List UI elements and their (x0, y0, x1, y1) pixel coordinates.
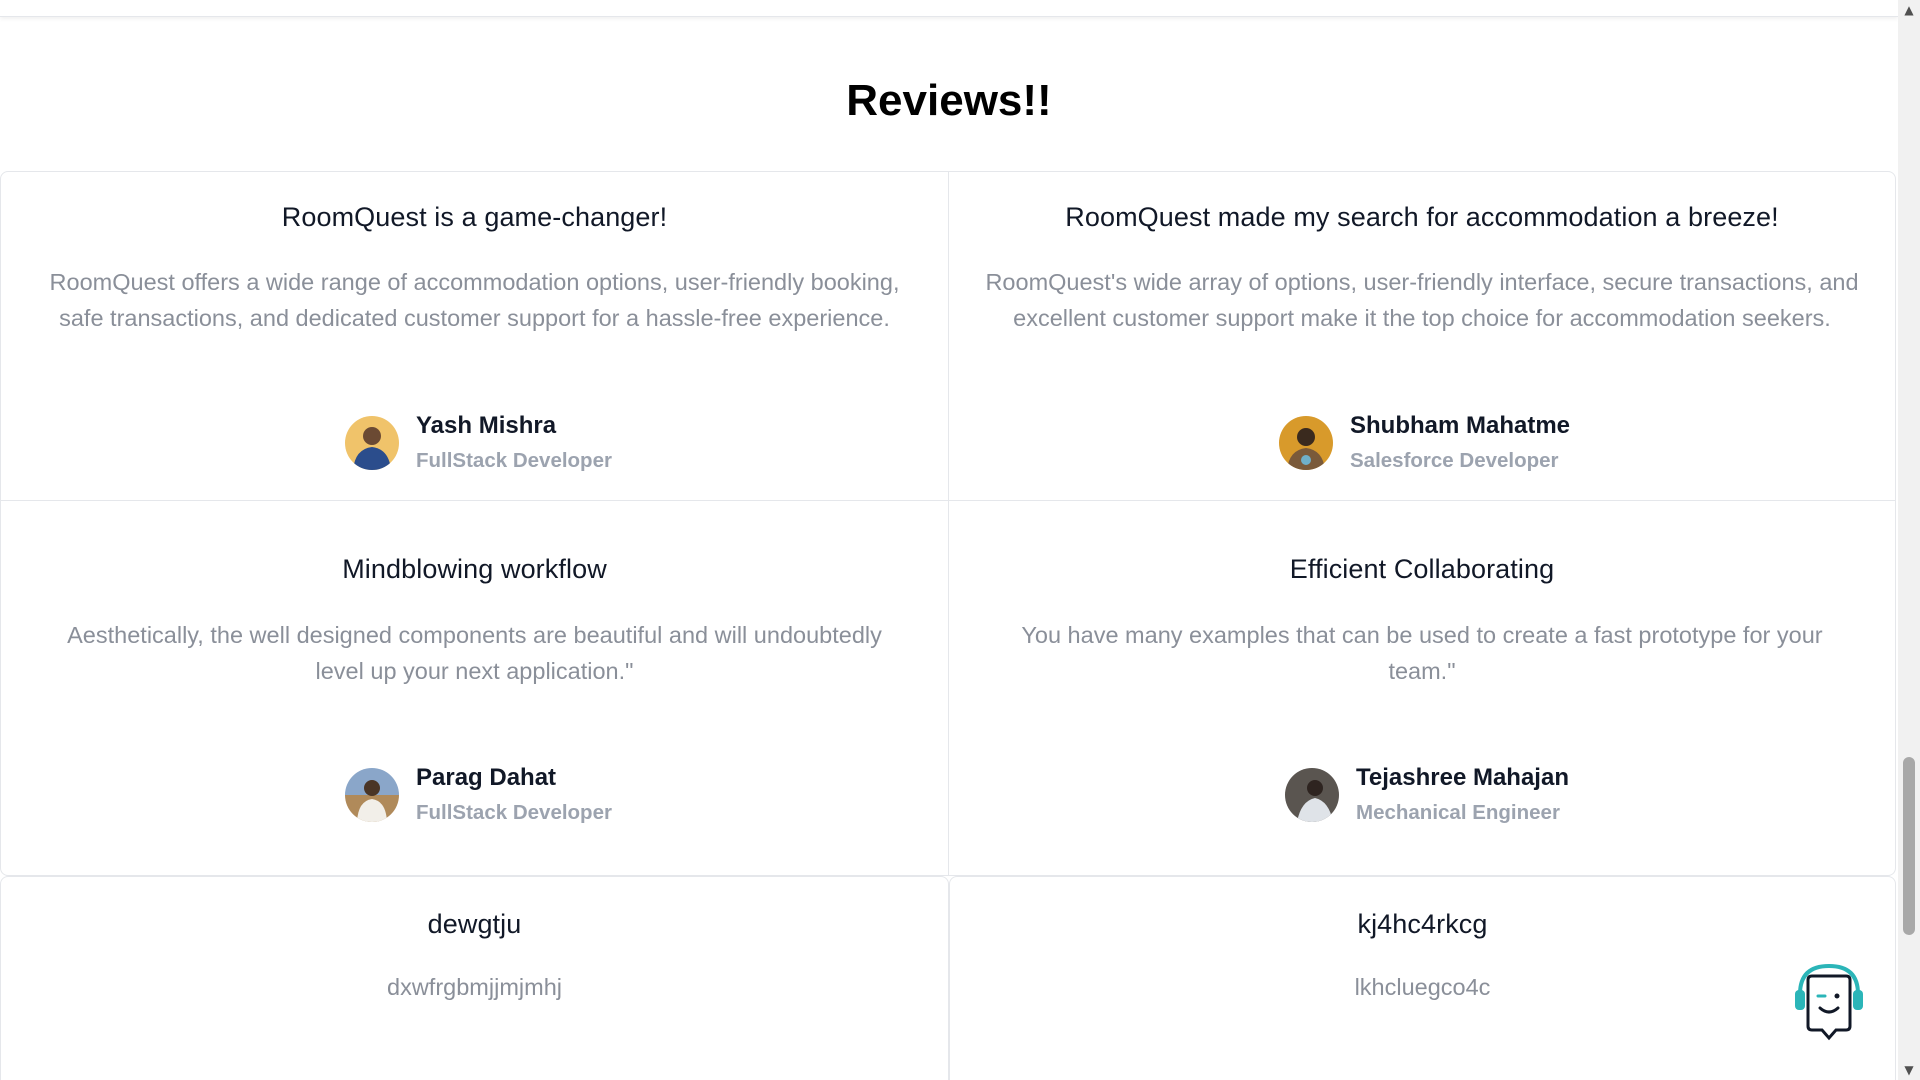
scrollbar-thumb[interactable] (1903, 757, 1915, 935)
review-title: RoomQuest made my search for accommodati… (1065, 202, 1779, 232)
review-text: Aesthetically, the well designed compone… (37, 617, 912, 689)
review-card: dewgtju dxwfrgbmjjmjmhj (0, 876, 949, 1080)
review-text: RoomQuest offers a wide range of accommo… (37, 264, 912, 336)
reviews-section-title: Reviews!! (846, 76, 1052, 125)
review-text: dxwfrgbmjjmjmhj (387, 974, 562, 1000)
avatar-photo-icon (1285, 768, 1339, 822)
avatar (345, 416, 399, 470)
review-text-line: team." (1388, 658, 1456, 684)
review-title: kj4hc4rkcg (1357, 909, 1488, 939)
author-name: Shubham Mahatme (1350, 411, 1571, 439)
author-role: FullStack Developer (416, 800, 612, 824)
author-name: Tejashree Mahajan (1356, 763, 1569, 791)
author-name: Parag Dahat (416, 763, 557, 791)
review-text-line: level up your next application." (315, 658, 634, 684)
reviews-page: Reviews!! RoomQuest is a game-changer! R… (0, 0, 1920, 1080)
review-card: RoomQuest made my search for accommodati… (949, 172, 1895, 500)
review-text: You have many examples that can be used … (985, 617, 1859, 689)
author-role: FullStack Developer (416, 448, 612, 472)
review-author: Parag Dahat FullStack Developer (345, 764, 612, 826)
top-navbar-edge (0, 0, 1898, 17)
review-title: RoomQuest is a game-changer! (281, 202, 668, 232)
author-name: Yash Mishra (416, 411, 557, 439)
review-text-line: Aesthetically, the well designed compone… (67, 622, 882, 648)
review-title: dewgtju (427, 909, 522, 939)
review-author: Tejashree Mahajan Mechanical Engineer (1285, 764, 1569, 826)
review-text: lkhcluegco4c (1354, 974, 1491, 1000)
review-card: RoomQuest is a game-changer! RoomQuest o… (1, 172, 948, 500)
review-card: Efficient Collaborating You have many ex… (949, 501, 1895, 875)
review-text-line: safe transactions, and dedicated custome… (59, 305, 890, 331)
review-author: Yash Mishra FullStack Developer (345, 412, 612, 474)
review-card: Mindblowing workflow Aesthetically, the … (1, 501, 948, 875)
review-text-line: RoomQuest offers a wide range of accommo… (49, 269, 900, 295)
support-chat-robot-icon (1795, 963, 1863, 1041)
avatar-photo-icon (345, 768, 399, 822)
avatar (1279, 416, 1333, 470)
author-role: Mechanical Engineer (1356, 800, 1560, 824)
reviews-grid: RoomQuest is a game-changer! RoomQuest o… (0, 171, 1896, 876)
avatar-photo-icon (345, 416, 399, 470)
review-title: Mindblowing workflow (342, 554, 607, 584)
support-chat-button[interactable] (1792, 960, 1866, 1044)
avatar (345, 768, 399, 822)
review-author: Shubham Mahatme Salesforce Developer (1279, 412, 1570, 474)
scroll-down-arrow-icon[interactable]: ▼ (1898, 1060, 1920, 1080)
author-role: Salesforce Developer (1350, 448, 1559, 472)
review-text-line: RoomQuest's wide array of options, user-… (985, 269, 1859, 295)
avatar-photo-icon (1279, 416, 1333, 470)
scroll-up-arrow-icon[interactable]: ▲ (1898, 0, 1920, 20)
review-text-line: excellent customer support make it the t… (1013, 305, 1831, 331)
review-title: Efficient Collaborating (1289, 554, 1555, 584)
review-text: RoomQuest's wide array of options, user-… (985, 264, 1859, 336)
review-card: kj4hc4rkcg lkhcluegco4c (949, 876, 1896, 1080)
avatar (1285, 768, 1339, 822)
vertical-scrollbar[interactable]: ▲ ▼ (1898, 0, 1920, 1080)
review-text-line: You have many examples that can be used … (1021, 622, 1823, 648)
